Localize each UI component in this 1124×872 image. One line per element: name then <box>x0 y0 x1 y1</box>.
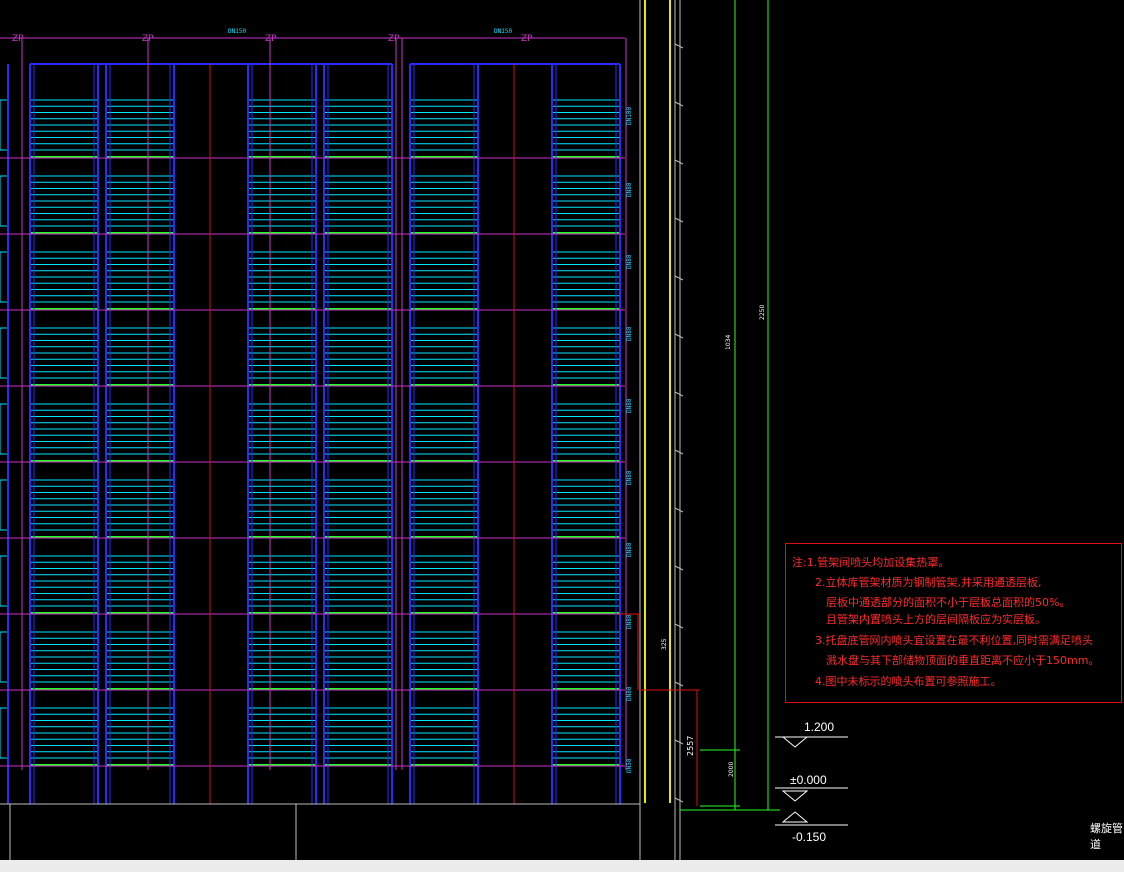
wall-tick <box>674 739 684 745</box>
pallet-box <box>0 631 9 683</box>
note-line-7: 4.图中未标示的喷头布置可参照施工。 <box>815 675 1002 688</box>
dimension-value: 2250 <box>759 305 766 320</box>
dn-tag-side: DN80 <box>626 686 633 701</box>
wall-tick <box>674 681 684 687</box>
note-line-1: 注:1.管架间喷头均加设集热罩。 <box>792 556 950 569</box>
storage-racks <box>0 99 621 766</box>
level-label-zero: ±0.000 <box>790 773 827 787</box>
dn-tag-side: DN80 <box>626 470 633 485</box>
pallet-box <box>0 99 9 151</box>
zp-label: ZP <box>265 34 277 44</box>
dn-tag-top: DN150 <box>228 28 246 35</box>
dn-tag-side: DN100 <box>626 107 633 125</box>
pallet-box <box>0 479 9 531</box>
level-symbol <box>781 811 809 823</box>
right-edge-label: 螺旋管道 <box>1090 823 1123 851</box>
note-line-2: 2.立体库管架材质为钢制管架,并采用通透层板, <box>815 576 1042 589</box>
wall-tick <box>674 623 684 629</box>
pallet-box <box>0 403 9 455</box>
dimension-value: 2557 <box>686 736 695 756</box>
dn-tag-side: DN80 <box>626 182 633 197</box>
dn-tag-side: DN80 <box>626 542 633 557</box>
note-line-6: 溅水盘与其下部储物顶面的垂直距离不应小于150mm。 <box>826 654 1100 667</box>
dimension-value: 2000 <box>728 762 735 777</box>
wall-tick <box>674 101 684 107</box>
zp-label: ZP <box>388 34 400 44</box>
dn-tag-side: DN80 <box>626 398 633 413</box>
wall-tick <box>674 565 684 571</box>
zp-label: ZP <box>142 34 154 44</box>
level-symbol <box>781 736 809 748</box>
dn-tag-side: DN80 <box>626 254 633 269</box>
wall-tick <box>674 449 684 455</box>
wall-tick <box>674 275 684 281</box>
wall-tick <box>674 217 684 223</box>
wall-tick <box>674 43 684 49</box>
drawing-labels: ZP ZP ZP ZP ZP DN150 DN150 DN100 DN80 DN80 DN80 DN8… <box>12 28 766 777</box>
pallet-box <box>0 555 9 607</box>
dn-tag-side: DN80 <box>626 326 633 341</box>
note-line-3: 层板中通透部分的面积不小于层板总面积的50%。 <box>826 596 1071 609</box>
wall-tick <box>674 391 684 397</box>
wall-tick <box>674 159 684 165</box>
status-strip <box>0 860 1124 872</box>
note-line-5: 3.托盘底管网内喷头宜设置在最不利位置,同时需满足喷头 <box>815 634 1093 647</box>
cad-drawing-canvas: ZP ZP ZP ZP ZP DN150 DN150 DN100 DN80 DN80 DN80 DN8… <box>0 0 848 860</box>
dimension-value: 1034 <box>725 335 732 350</box>
level-label-top: 1.200 <box>804 720 835 734</box>
structure-lines <box>0 0 848 860</box>
wall-tick <box>674 507 684 513</box>
note-line-4: 且管架内置喷头上方的层间隔板应为实层板。 <box>826 613 1046 626</box>
level-label-bottom: -0.150 <box>792 830 827 844</box>
pallet-box <box>0 251 9 303</box>
wall-tick <box>674 333 684 339</box>
wall-tick <box>674 797 684 803</box>
zp-label: ZP <box>521 34 533 44</box>
pallet-box <box>0 707 9 759</box>
pallet-box <box>0 327 9 379</box>
dn-tag-side: DN50 <box>626 758 633 773</box>
pallet-box <box>0 175 9 227</box>
dn-tag-top: DN150 <box>494 28 512 35</box>
zp-label: ZP <box>12 34 24 44</box>
dn-tag-side: DN80 <box>626 614 633 629</box>
dimension-value: 325 <box>661 638 668 650</box>
level-symbol <box>781 790 809 802</box>
